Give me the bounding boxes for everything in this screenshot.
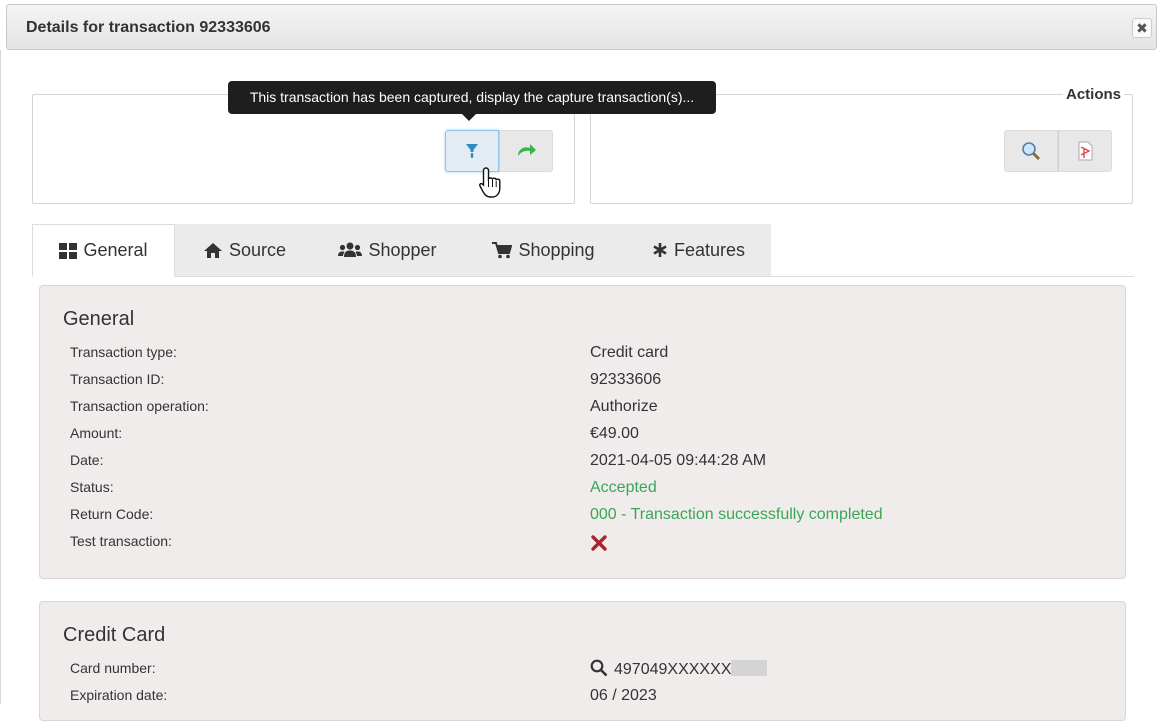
tab-features[interactable]: Features xyxy=(626,224,771,276)
expiration-value: 06 / 2023 xyxy=(590,687,657,704)
dialog-header: Details for transaction 92333606 ✖ xyxy=(6,4,1157,50)
tab-source-label: Source xyxy=(228,239,287,260)
actions-legend: Actions xyxy=(1062,86,1124,103)
tab-bar: General Source Shopper Shopping Features xyxy=(32,224,1134,277)
tooltip-arrow xyxy=(462,114,476,121)
row-value: 2021-04-05 09:44:28 AM xyxy=(590,452,767,469)
general-panel: General Transaction type: Credit card Tr… xyxy=(39,285,1126,579)
capture-tooltip: This transaction has been captured, disp… xyxy=(228,81,716,114)
card-number-text: 497049XXXXXX xyxy=(614,661,732,678)
row-value: 92333606 xyxy=(590,371,662,388)
credit-card-title: Credit Card xyxy=(63,624,166,646)
cart-icon xyxy=(492,241,513,258)
row-label: Card number: xyxy=(70,660,156,676)
users-icon xyxy=(338,242,363,257)
home-icon xyxy=(203,242,222,258)
tab-shopper-label: Shopper xyxy=(368,239,437,260)
tab-general-label: General xyxy=(83,240,148,260)
asterisk-icon xyxy=(653,243,667,257)
export-pdf-button[interactable] xyxy=(1058,130,1112,172)
actions-button-group xyxy=(1004,130,1112,172)
dialog-title: Details for transaction 92333606 xyxy=(26,19,271,36)
row-label: Test transaction: xyxy=(70,533,172,549)
row-value: Authorize xyxy=(590,398,658,415)
view-details-button[interactable] xyxy=(1004,130,1058,172)
magnifier-icon xyxy=(1022,142,1041,161)
row-label: Transaction ID: xyxy=(70,371,165,387)
tab-source[interactable]: Source xyxy=(175,224,314,276)
close-button[interactable]: ✖ xyxy=(1132,18,1152,38)
masked-digits xyxy=(731,660,768,676)
row-label: Amount: xyxy=(70,425,123,441)
tab-shopping-label: Shopping xyxy=(518,239,595,260)
credit-card-panel: Credit Card Card number: 497049XXXXXX Ex… xyxy=(39,601,1126,721)
tab-shopper[interactable]: Shopper xyxy=(314,224,461,276)
redo-button[interactable] xyxy=(499,130,553,172)
red-cross-icon xyxy=(591,535,607,551)
row-value: €49.00 xyxy=(590,425,639,442)
status-value: Accepted xyxy=(590,479,657,496)
row-label: Return Code: xyxy=(70,506,154,522)
tab-shopping[interactable]: Shopping xyxy=(461,224,626,276)
card-number-value: 497049XXXXXX xyxy=(590,659,768,679)
pdf-icon xyxy=(1078,141,1093,161)
general-title: General xyxy=(63,308,135,330)
return-code-value: 000 - Transaction successfully completed xyxy=(590,506,883,523)
row-label: Status: xyxy=(70,479,114,495)
hand-cursor-icon xyxy=(479,167,501,198)
grid-icon xyxy=(59,242,78,259)
tab-general[interactable]: General xyxy=(32,224,175,277)
row-label: Transaction type: xyxy=(70,344,177,360)
row-label: Date: xyxy=(70,452,104,468)
redo-arrow-icon xyxy=(518,144,536,156)
row-label: Expiration date: xyxy=(70,687,168,703)
dialog-left-border xyxy=(0,50,1,704)
row-label: Transaction operation: xyxy=(70,398,209,414)
search-icon[interactable] xyxy=(590,659,608,677)
tab-features-label: Features xyxy=(673,239,746,260)
row-value: Credit card xyxy=(590,344,669,361)
filter-icon xyxy=(466,144,478,158)
